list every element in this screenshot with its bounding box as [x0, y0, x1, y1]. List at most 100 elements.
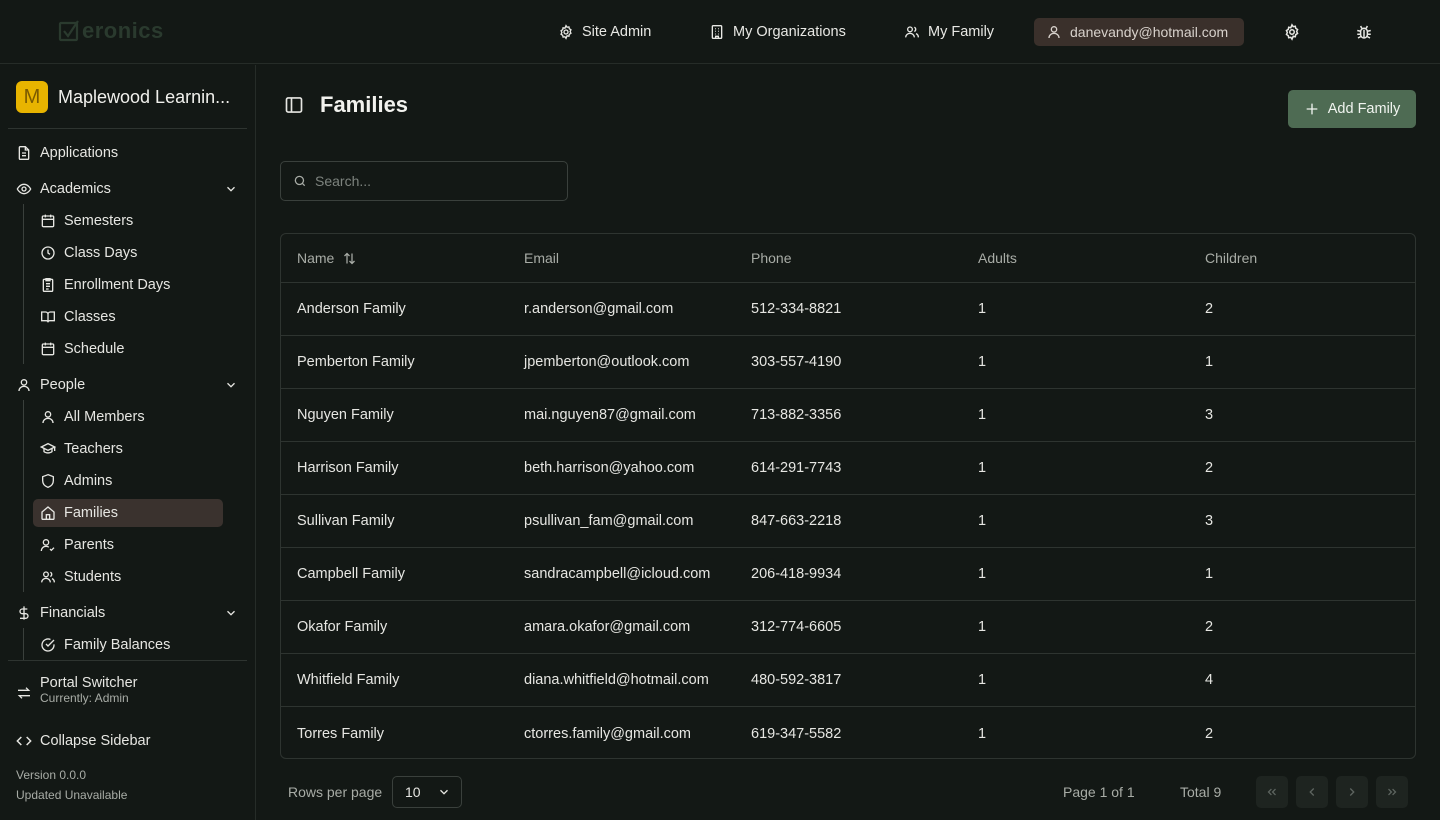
users-icon: [41, 571, 55, 583]
cell-children: 2: [1205, 301, 1214, 317]
chevron-left-icon: [1309, 788, 1315, 796]
table-row[interactable]: Nguyen Family mai.nguyen87@gmail.com 713-8…: [281, 389, 1415, 442]
chevron-down-icon[interactable]: [224, 606, 238, 620]
book-open-icon: [41, 311, 55, 323]
sidebar-item-families[interactable]: Families: [40, 500, 118, 526]
cell-email: mai.nguyen87@gmail.com: [524, 407, 696, 423]
search-box: [280, 161, 568, 201]
sidebar-item-semesters[interactable]: Semesters: [40, 208, 133, 234]
sidebar-toggle-icon[interactable]: [284, 95, 304, 115]
chevrons-right-icon: [1388, 788, 1397, 796]
document-icon: [18, 146, 30, 160]
sidebar-item-enrollment-days[interactable]: Enrollment Days: [40, 272, 170, 298]
sidebar-group-financials[interactable]: Financials: [16, 600, 105, 626]
plus-icon: [1306, 103, 1318, 115]
table-row[interactable]: Anderson Family r.anderson@gmail.com 512-3…: [281, 283, 1415, 336]
sidebar-item-family-balances[interactable]: Family Balances: [40, 632, 170, 658]
sidebar-item-parents[interactable]: Parents: [40, 532, 114, 558]
cell-email: psullivan_fam@gmail.com: [524, 513, 694, 529]
table-row[interactable]: Torres Family ctorres.family@gmail.com 619…: [281, 707, 1415, 758]
table-row[interactable]: Harrison Family beth.harrison@yahoo.com 61…: [281, 442, 1415, 495]
users-icon: [905, 26, 919, 38]
cell-name: Torres Family: [297, 725, 385, 742]
table-row[interactable]: Campbell Family sandracampbell@icloud.com…: [281, 548, 1415, 601]
previous-page-button[interactable]: [1296, 776, 1328, 808]
cell-email: sandracampbell@icloud.com: [524, 566, 711, 582]
table-row[interactable]: Sullivan Family psullivan_fam@gmail.com 84…: [281, 495, 1415, 548]
sidebar-group-academics[interactable]: Academics: [16, 176, 111, 202]
cell-adults: 1: [978, 460, 987, 476]
sidebar-item-all-members[interactable]: All Members: [40, 404, 145, 430]
app-logo[interactable]: eronics: [58, 18, 164, 44]
sort-arrows-icon[interactable]: [342, 251, 357, 266]
collapse-sidebar-button[interactable]: Collapse Sidebar: [16, 728, 150, 754]
top-bar: eronics Site Admin My Organizations My F…: [0, 0, 1440, 64]
settings-gear-icon[interactable]: [1283, 23, 1301, 41]
cell-phone: 480-592-3817: [751, 672, 842, 688]
cell-name: Nguyen Family: [297, 407, 394, 423]
chevrons-left-icon: [1267, 788, 1276, 796]
add-family-button[interactable]: Add Family: [1288, 90, 1416, 128]
first-page-button[interactable]: [1256, 776, 1288, 808]
page-header: Families: [284, 92, 408, 118]
updated-text: Updated Unavailable: [16, 788, 128, 802]
cell-children: 2: [1205, 619, 1214, 635]
user-icon: [18, 379, 30, 392]
tree-line: [23, 628, 24, 660]
page-title: Families: [320, 92, 409, 117]
cell-adults: 1: [978, 566, 987, 582]
cell-email: beth.harrison@yahoo.com: [524, 460, 695, 476]
sidebar-item-schedule[interactable]: Schedule: [40, 336, 124, 362]
code-chevrons-icon: [16, 736, 32, 746]
next-page-button[interactable]: [1336, 776, 1368, 808]
table-row[interactable]: Pemberton Family jpemberton@outlook.com 30…: [281, 336, 1415, 389]
cell-adults: 1: [978, 354, 987, 370]
table-row[interactable]: Whitfield Family diana.whitfield@hotmail.…: [281, 654, 1415, 707]
version-text: Version 0.0.0: [16, 768, 87, 782]
rows-per-page-select[interactable]: 10: [392, 776, 462, 808]
cell-name: Campbell Family: [297, 566, 405, 582]
chevron-down-icon: [439, 789, 448, 795]
cell-email: diana.whitfield@hotmail.com: [524, 672, 709, 688]
graduation-cap-icon: [40, 442, 56, 454]
sidebar-item-label: All Members: [64, 409, 145, 425]
portal-switcher[interactable]: Portal Switcher Currently: Admin: [16, 675, 138, 711]
org-avatar: M: [16, 81, 48, 113]
my-organizations-link[interactable]: My Organizations: [709, 18, 846, 46]
gear-icon: [560, 24, 572, 40]
sidebar-group-label: People: [40, 377, 86, 393]
column-header-name[interactable]: Name: [281, 250, 508, 266]
search-input[interactable]: [315, 173, 555, 189]
cell-name: Whitfield Family: [297, 672, 400, 688]
bug-icon[interactable]: [1355, 23, 1373, 41]
sidebar-item-admins[interactable]: Admins: [40, 468, 112, 494]
cell-phone: 512-334-8821: [751, 301, 842, 317]
org-switcher[interactable]: M Maplewood Learnin...: [16, 81, 230, 113]
table-row[interactable]: Okafor Family amara.okafor@gmail.com 312-7…: [281, 601, 1415, 654]
sidebar-group-people[interactable]: People: [16, 372, 85, 398]
sidebar-item-label: Applications: [40, 145, 119, 161]
dollar-sign-icon: [19, 606, 29, 620]
sidebar-item-class-days[interactable]: Class Days: [40, 240, 137, 266]
sidebar-item-applications[interactable]: Applications: [16, 140, 118, 166]
sidebar-item-label: Family Balances: [64, 637, 171, 653]
sidebar-item-students[interactable]: Students: [40, 564, 121, 590]
last-page-button[interactable]: [1376, 776, 1408, 808]
cell-email: amara.okafor@gmail.com: [524, 619, 691, 635]
arrows-swap-icon: [17, 687, 31, 699]
chevron-down-icon[interactable]: [224, 378, 238, 392]
cell-phone: 847-663-2218: [751, 513, 842, 529]
cell-name: Anderson Family: [297, 301, 406, 317]
cell-adults: 1: [978, 301, 987, 317]
sidebar-item-teachers[interactable]: Teachers: [40, 436, 123, 462]
chevron-down-icon[interactable]: [224, 182, 238, 196]
cell-email: jpemberton@outlook.com: [524, 354, 690, 370]
sidebar-item-classes[interactable]: Classes: [40, 304, 116, 330]
families-table: Name Email Phone Adults Children Anderso…: [280, 233, 1416, 759]
user-check-icon: [40, 539, 55, 552]
user-account-button[interactable]: danevandy@hotmail.com: [1034, 18, 1244, 46]
my-family-link[interactable]: My Family: [904, 18, 994, 46]
chevron-right-icon: [1349, 788, 1355, 796]
sidebar-item-label: Admins: [64, 473, 113, 489]
site-admin-link[interactable]: Site Admin: [558, 18, 651, 46]
